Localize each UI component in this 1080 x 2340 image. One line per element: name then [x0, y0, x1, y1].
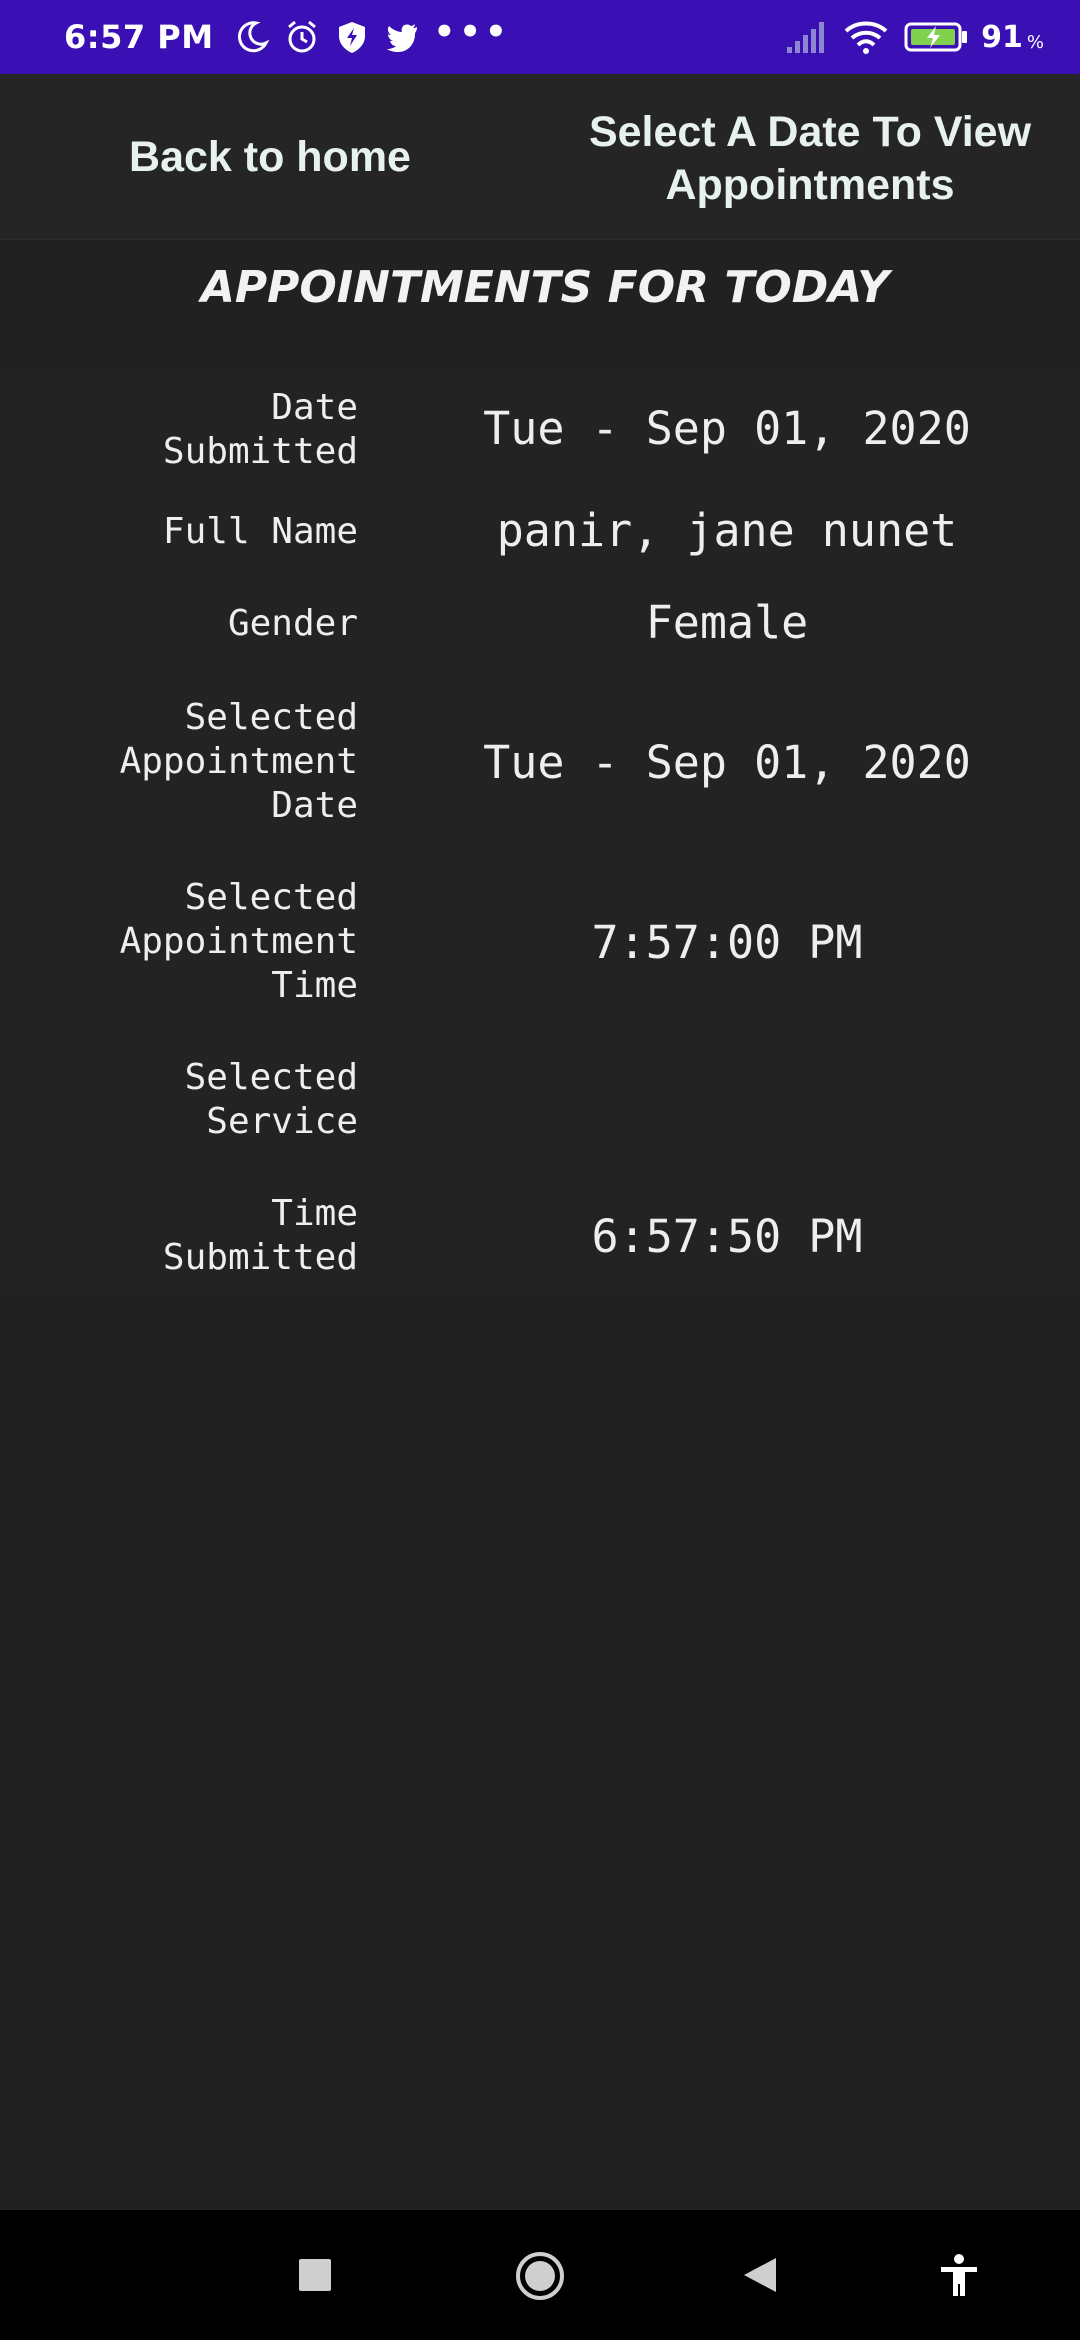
more-notifications-icon: ••• [433, 12, 511, 52]
detail-value: panir, jane nunet [496, 504, 958, 557]
accessibility-icon[interactable] [938, 2254, 980, 2303]
back-to-home-button[interactable]: Back to home [100, 131, 440, 184]
wifi-icon [843, 19, 889, 55]
detail-value: 6:57:50 PM [591, 1210, 863, 1263]
appointment-details: Date Submitted Tue - Sep 01, 2020 Full N… [0, 370, 1080, 1290]
navigation-bar [0, 2210, 1080, 2340]
moon-icon [234, 19, 270, 55]
status-bar: 6:57 PM ••• 91 % [0, 0, 1080, 74]
detail-value: 7:57:00 PM [591, 916, 863, 969]
detail-value: Tue - Sep 01, 2020 [483, 402, 971, 455]
detail-label: Gender [227, 603, 358, 644]
alarm-icon [284, 19, 320, 55]
back-triangle-icon[interactable] [742, 2256, 778, 2299]
detail-label: Time Submitted [162, 1193, 358, 1278]
recents-square-icon[interactable] [298, 2258, 332, 2297]
page-title: APPOINTMENTS FOR TODAY [200, 262, 890, 313]
detail-label: Selected Appointment Time [119, 877, 358, 1006]
twitter-icon [384, 19, 420, 55]
detail-label: Date Submitted [162, 387, 358, 472]
detail-value: Tue - Sep 01, 2020 [483, 736, 971, 789]
detail-label: Selected Appointment Date [119, 697, 358, 826]
status-time: 6:57 PM [64, 18, 214, 56]
battery-charging-icon [903, 19, 969, 55]
shield-icon [334, 19, 370, 55]
select-date-button[interactable]: Select A Date To View Appointments [570, 106, 1050, 212]
cell-signal-icon [785, 19, 829, 55]
battery-unit: % [1026, 31, 1044, 53]
status-right: 91 % [785, 19, 1044, 55]
battery-level: 91 [981, 19, 1023, 55]
detail-value: Female [645, 596, 809, 649]
detail-label: Selected Service [184, 1057, 358, 1142]
header: Back to home Select A Date To View Appoi… [0, 74, 1080, 240]
status-left: 6:57 PM ••• [64, 12, 511, 56]
home-circle-icon[interactable] [514, 2250, 566, 2307]
detail-label: Full Name [162, 511, 358, 552]
